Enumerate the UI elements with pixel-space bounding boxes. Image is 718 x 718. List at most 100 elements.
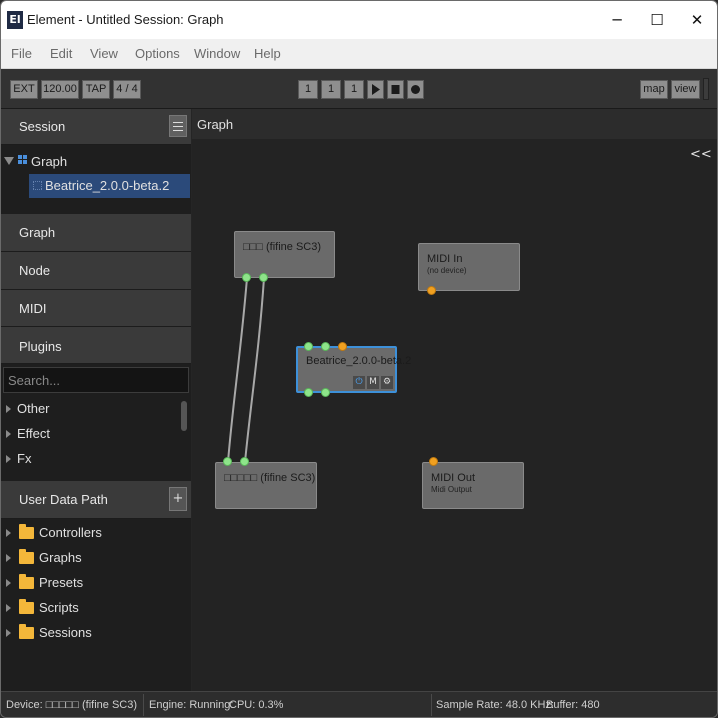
midi-in-port[interactable] bbox=[429, 457, 438, 466]
section-node[interactable]: Node bbox=[1, 252, 191, 290]
status-engine: Engine: Running: bbox=[149, 699, 234, 711]
node-midi-out-title: MIDI Out bbox=[431, 472, 476, 484]
status-divider bbox=[431, 694, 432, 716]
tree-item-plugin-label: Beatrice_2.0.0-beta.2 bbox=[45, 178, 170, 193]
expand-controllers-icon[interactable] bbox=[6, 529, 11, 537]
expand-scripts-icon[interactable] bbox=[6, 604, 11, 612]
transport-toolbar: EXT 120.00 TAP 4 / 4 1 1 1 map view bbox=[1, 69, 717, 109]
node-beatrice-title: Beatrice_2.0.0-beta.2 bbox=[306, 355, 412, 367]
audio-in-port[interactable] bbox=[321, 342, 330, 351]
graph-header: Graph bbox=[192, 109, 717, 139]
tree-item-graph[interactable]: Graph bbox=[31, 154, 67, 169]
user-data-path-label: User Data Path bbox=[19, 492, 108, 507]
graph-canvas[interactable] bbox=[192, 139, 717, 691]
tap-tempo-button[interactable]: TAP bbox=[82, 80, 110, 99]
node-midi-out[interactable]: MIDI Out Midi Output bbox=[422, 462, 524, 509]
close-button[interactable]: ✕ bbox=[675, 1, 717, 39]
menu-help[interactable]: Help bbox=[254, 46, 281, 61]
play-button[interactable] bbox=[367, 80, 384, 99]
tempo-field[interactable]: 120.00 bbox=[41, 80, 79, 99]
tree-item-plugin[interactable]: Beatrice_2.0.0-beta.2 bbox=[29, 174, 190, 198]
expand-other-icon[interactable] bbox=[6, 405, 11, 413]
node-midi-in-subtitle: (no device) bbox=[427, 266, 467, 275]
section-graph[interactable]: Graph bbox=[1, 214, 191, 252]
audio-out-port[interactable] bbox=[321, 388, 330, 397]
expand-presets-icon[interactable] bbox=[6, 579, 11, 587]
menu-view[interactable]: View bbox=[90, 46, 118, 61]
position-tick-field[interactable]: 1 bbox=[344, 80, 364, 99]
menu-window[interactable]: Window bbox=[194, 46, 240, 61]
time-signature-field[interactable]: 4 / 4 bbox=[113, 80, 141, 99]
section-graph-label: Graph bbox=[19, 225, 56, 240]
maximize-button[interactable]: ☐ bbox=[635, 1, 679, 39]
folder-presets[interactable]: Presets bbox=[39, 575, 83, 590]
midi-in-port[interactable] bbox=[338, 342, 347, 351]
map-button[interactable]: map bbox=[640, 80, 668, 99]
plugin-search[interactable] bbox=[3, 367, 189, 393]
plugin-list-scrollbar[interactable] bbox=[181, 401, 187, 431]
settings-gear-icon[interactable]: ⚙ bbox=[381, 376, 393, 389]
expand-effect-icon[interactable] bbox=[6, 430, 11, 438]
midi-out-port[interactable] bbox=[427, 286, 436, 295]
audio-in-port[interactable] bbox=[223, 457, 232, 466]
tree-expand-icon[interactable] bbox=[4, 157, 14, 165]
stop-button[interactable] bbox=[387, 80, 404, 99]
minimize-button[interactable]: ─ bbox=[595, 1, 639, 39]
folder-graphs[interactable]: Graphs bbox=[39, 550, 82, 565]
node-beatrice-plugin[interactable]: Beatrice_2.0.0-beta.2 ⏻ M ⚙ bbox=[296, 346, 411, 393]
plugin-node-icon bbox=[33, 181, 42, 190]
expand-fx-icon[interactable] bbox=[6, 455, 11, 463]
folder-scripts[interactable]: Scripts bbox=[39, 600, 79, 615]
plugin-category-fx[interactable]: Fx bbox=[17, 451, 31, 466]
menu-edit[interactable]: Edit bbox=[50, 46, 72, 61]
app-logo-icon: El bbox=[7, 11, 23, 29]
folder-sessions[interactable]: Sessions bbox=[39, 625, 92, 640]
node-audio-input-title: □□□ (fifine SC3) bbox=[243, 241, 322, 253]
status-buffer: Buffer: 480 bbox=[546, 699, 600, 711]
expand-sessions-icon[interactable] bbox=[6, 629, 11, 637]
node-midi-in[interactable]: MIDI In (no device) bbox=[418, 243, 520, 291]
position-beat-field[interactable]: 1 bbox=[321, 80, 341, 99]
position-bar-field[interactable]: 1 bbox=[298, 80, 318, 99]
sidebar: Session Graph Beatrice_2.0.0-beta.2 Grap… bbox=[1, 109, 191, 691]
status-divider bbox=[143, 694, 144, 716]
audio-in-port[interactable] bbox=[304, 342, 313, 351]
stop-icon bbox=[391, 85, 400, 94]
section-plugins-label: Plugins bbox=[19, 339, 62, 354]
folder-icon bbox=[19, 549, 34, 564]
menu-file[interactable]: File bbox=[11, 46, 32, 61]
plugin-category-effect[interactable]: Effect bbox=[17, 426, 50, 441]
status-cpu: CPU: 0.3% bbox=[229, 699, 284, 711]
audio-out-port[interactable] bbox=[259, 273, 268, 282]
plugin-category-other[interactable]: Other bbox=[17, 401, 50, 416]
node-audio-input[interactable]: □□□ (fifine SC3) bbox=[234, 231, 335, 278]
node-audio-output[interactable]: □□□□□ (fifine SC3) bbox=[215, 462, 317, 509]
user-data-path-header[interactable]: User Data Path + bbox=[1, 481, 191, 519]
session-tree: Graph Beatrice_2.0.0-beta.2 bbox=[1, 145, 191, 213]
audio-out-port[interactable] bbox=[304, 388, 313, 397]
session-menu-button[interactable] bbox=[169, 115, 187, 137]
folder-icon bbox=[19, 624, 34, 639]
title-bar: El Element - Untitled Session: Graph ─ ☐… bbox=[1, 1, 717, 39]
ext-sync-button[interactable]: EXT bbox=[10, 80, 38, 99]
section-midi[interactable]: MIDI bbox=[1, 290, 191, 327]
section-plugins[interactable]: Plugins bbox=[1, 327, 191, 364]
audio-out-port[interactable] bbox=[242, 273, 251, 282]
expand-graphs-icon[interactable] bbox=[6, 554, 11, 562]
menu-options[interactable]: Options bbox=[135, 46, 180, 61]
folder-icon bbox=[19, 574, 34, 589]
session-panel-header[interactable]: Session bbox=[1, 109, 191, 145]
collapse-panel-button[interactable]: << bbox=[690, 147, 712, 162]
audio-in-port[interactable] bbox=[240, 457, 249, 466]
node-midi-out-subtitle: Midi Output bbox=[431, 485, 472, 494]
view-button[interactable]: view bbox=[671, 80, 700, 99]
add-user-data-button[interactable]: + bbox=[169, 487, 187, 511]
mute-button[interactable]: M bbox=[367, 376, 379, 389]
plugin-search-input[interactable] bbox=[4, 368, 188, 392]
folder-controllers[interactable]: Controllers bbox=[39, 525, 102, 540]
menu-bar: File Edit View Options Window Help bbox=[1, 39, 717, 69]
play-icon bbox=[372, 84, 380, 95]
toolbar-overflow-handle[interactable] bbox=[703, 78, 709, 100]
record-button[interactable] bbox=[407, 80, 424, 99]
power-icon[interactable]: ⏻ bbox=[353, 376, 365, 389]
